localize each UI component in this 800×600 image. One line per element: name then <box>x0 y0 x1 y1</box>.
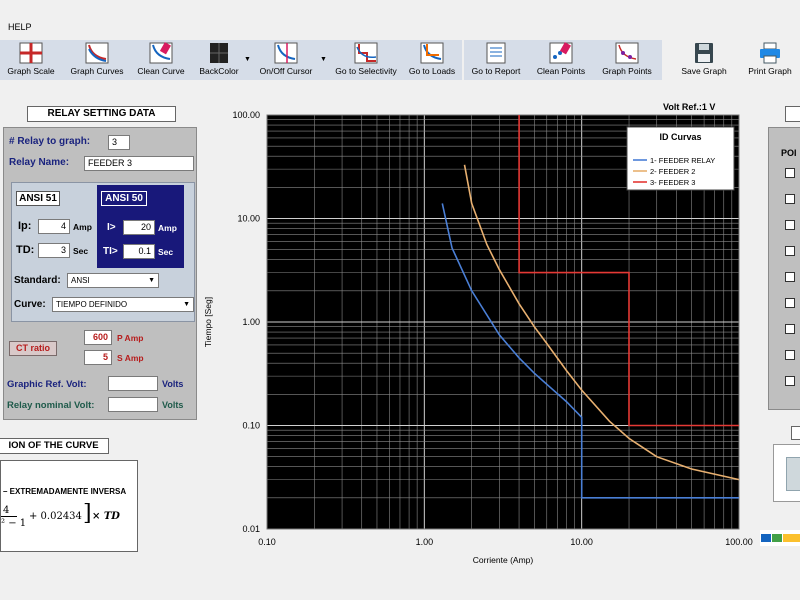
logo-icon <box>761 534 800 542</box>
point-checkbox[interactable] <box>785 220 795 230</box>
right-small-button[interactable] <box>791 426 800 440</box>
y-tick-label: 100.00 <box>232 110 260 120</box>
y-tick-label: 10.00 <box>237 214 260 224</box>
x-tick-label: 10.00 <box>570 537 593 547</box>
y-tick-label: 0.01 <box>242 524 260 534</box>
company-logo <box>760 530 800 546</box>
device-image <box>773 444 800 502</box>
point-checkbox[interactable] <box>785 376 795 386</box>
x-tick-label: 100.00 <box>725 537 753 547</box>
points-panel: POI <box>768 127 800 410</box>
y-tick-label: 1.00 <box>242 317 260 327</box>
point-checkbox[interactable] <box>785 194 795 204</box>
point-checkbox[interactable] <box>785 246 795 256</box>
y-tick-label: 0.10 <box>242 421 260 431</box>
x-tick-label: 0.10 <box>258 537 276 547</box>
point-checkbox[interactable] <box>785 272 795 282</box>
x-tick-label: 1.00 <box>416 537 434 547</box>
point-checkbox[interactable] <box>785 324 795 334</box>
x-axis-label: Corriente (Amp) <box>473 555 534 565</box>
point-checkbox[interactable] <box>785 350 795 360</box>
legend-entry: 1- FEEDER RELAY <box>650 156 715 165</box>
points-title: POI <box>781 148 797 158</box>
tcc-chart[interactable]: 0.10 1.00 10.00 100.00 100.00 10.00 1.00 0.10 0.… <box>0 0 800 600</box>
y-axis-label: Tiempo [Seg] <box>203 297 213 347</box>
point-checkbox[interactable] <box>785 298 795 308</box>
legend-entry: 3- FEEDER 3 <box>650 178 695 187</box>
legend-title: ID Curvas <box>659 132 701 142</box>
point-checkbox[interactable] <box>785 168 795 178</box>
right-panel-title <box>785 106 800 122</box>
legend-entry: 2- FEEDER 2 <box>650 167 695 176</box>
